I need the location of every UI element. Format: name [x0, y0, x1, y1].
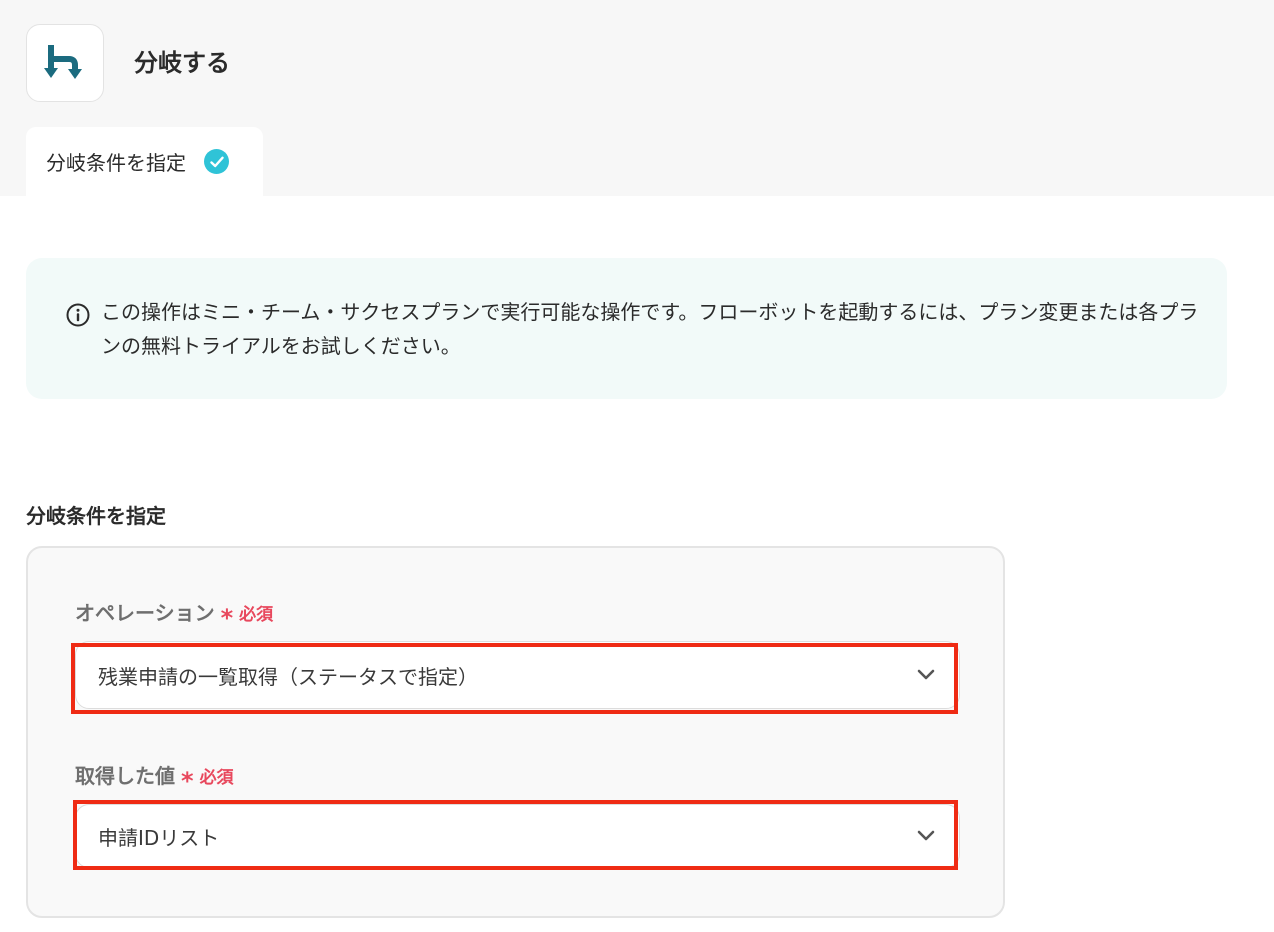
operation-select-value: 残業申請の一覧取得（ステータスで指定） [98, 664, 478, 689]
chevron-down-icon [917, 669, 935, 680]
condition-panel: オペレーション * 必須 残業申請の一覧取得（ステータスで指定） 取得した値 *… [26, 546, 1005, 918]
check-circle-icon [204, 149, 229, 174]
header: 分岐する 分岐条件を指定 [0, 0, 1274, 196]
retrieved-value-label-text: 取得した値 [75, 764, 175, 788]
retrieved-value-select[interactable]: 申請IDリスト [75, 804, 960, 868]
retrieved-value-label: 取得した値 * 必須 [75, 761, 234, 795]
operation-label-text: オペレーション [75, 601, 215, 625]
notice-text: この操作はミニ・チーム・サクセスプランで実行可能な操作です。フローボットを起動す… [101, 300, 1199, 358]
section-title: 分岐条件を指定 [26, 504, 166, 528]
info-icon [66, 303, 90, 327]
tab-branch-condition[interactable]: 分岐条件を指定 [26, 127, 263, 196]
required-asterisk: * [181, 767, 194, 795]
branch-icon [44, 45, 82, 79]
required-text: 必須 [239, 605, 274, 625]
plan-notice: この操作はミニ・チーム・サクセスプランで実行可能な操作です。フローボットを起動す… [26, 258, 1227, 399]
tab-label: 分岐条件を指定 [46, 151, 186, 175]
app-title: 分岐する [134, 49, 230, 77]
required-asterisk: * [220, 604, 234, 632]
operation-label: オペレーション * 必須 [75, 598, 274, 632]
operation-select[interactable]: 残業申請の一覧取得（ステータスで指定） [75, 641, 960, 709]
retrieved-value-select-value: 申請IDリスト [98, 825, 220, 850]
required-text: 必須 [199, 768, 234, 788]
app-icon-tile [26, 24, 104, 102]
chevron-down-icon [917, 830, 935, 841]
